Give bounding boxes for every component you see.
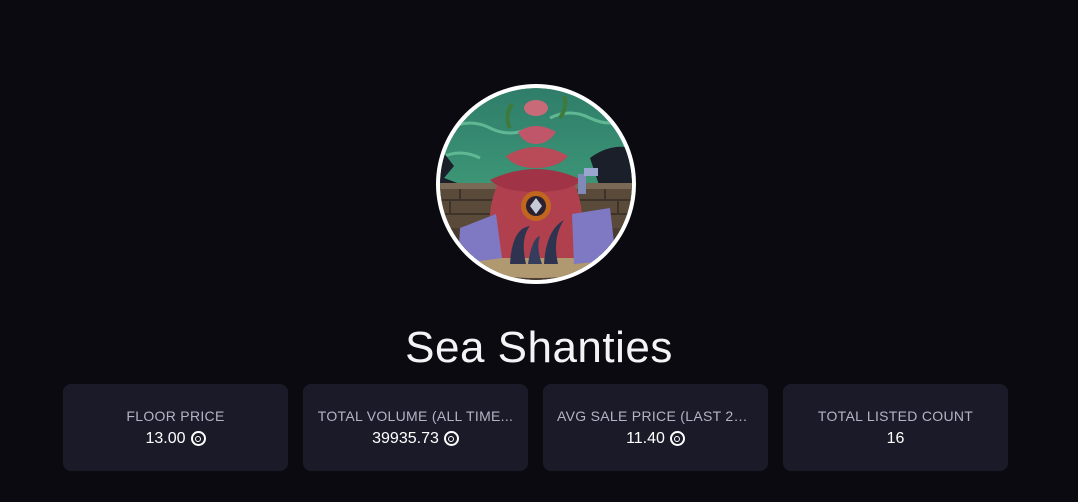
stat-card-avg-sale-price: AVG SALE PRICE (LAST 24... 11.40 — [543, 384, 768, 471]
stat-value-text: 13.00 — [145, 429, 186, 447]
stat-value: 39935.73 — [372, 429, 459, 449]
stat-label: AVG SALE PRICE (LAST 24... — [557, 407, 754, 424]
coin-icon — [669, 431, 685, 446]
stat-label: FLOOR PRICE — [126, 407, 225, 424]
collection-title: Sea Shanties — [405, 323, 673, 372]
collection-page: Sea Shanties FLOOR PRICE 13.00 TOTAL VOL… — [0, 0, 1078, 502]
stat-value: 16 — [887, 429, 905, 449]
stat-label: TOTAL LISTED COUNT — [817, 407, 974, 424]
stat-label: TOTAL VOLUME (ALL TIME... — [317, 407, 514, 424]
stat-value: 13.00 — [145, 429, 206, 449]
coin-icon — [190, 431, 206, 446]
stat-value-text: 11.40 — [626, 429, 665, 447]
sea-shanties-avatar-image — [440, 88, 632, 280]
stat-value-text: 16 — [886, 429, 905, 447]
stat-card-floor-price: FLOOR PRICE 13.00 — [63, 384, 288, 471]
coin-icon — [443, 431, 459, 446]
stat-value-text: 39935.73 — [372, 429, 439, 447]
stat-card-total-volume: TOTAL VOLUME (ALL TIME... 39935.73 — [303, 384, 528, 471]
collection-avatar — [436, 84, 636, 284]
stat-value: 11.40 — [626, 429, 685, 449]
stat-card-total-listed-count: TOTAL LISTED COUNT 16 — [783, 384, 1008, 471]
stats-row: FLOOR PRICE 13.00 TOTAL VOLUME (ALL TIME… — [63, 384, 1008, 471]
